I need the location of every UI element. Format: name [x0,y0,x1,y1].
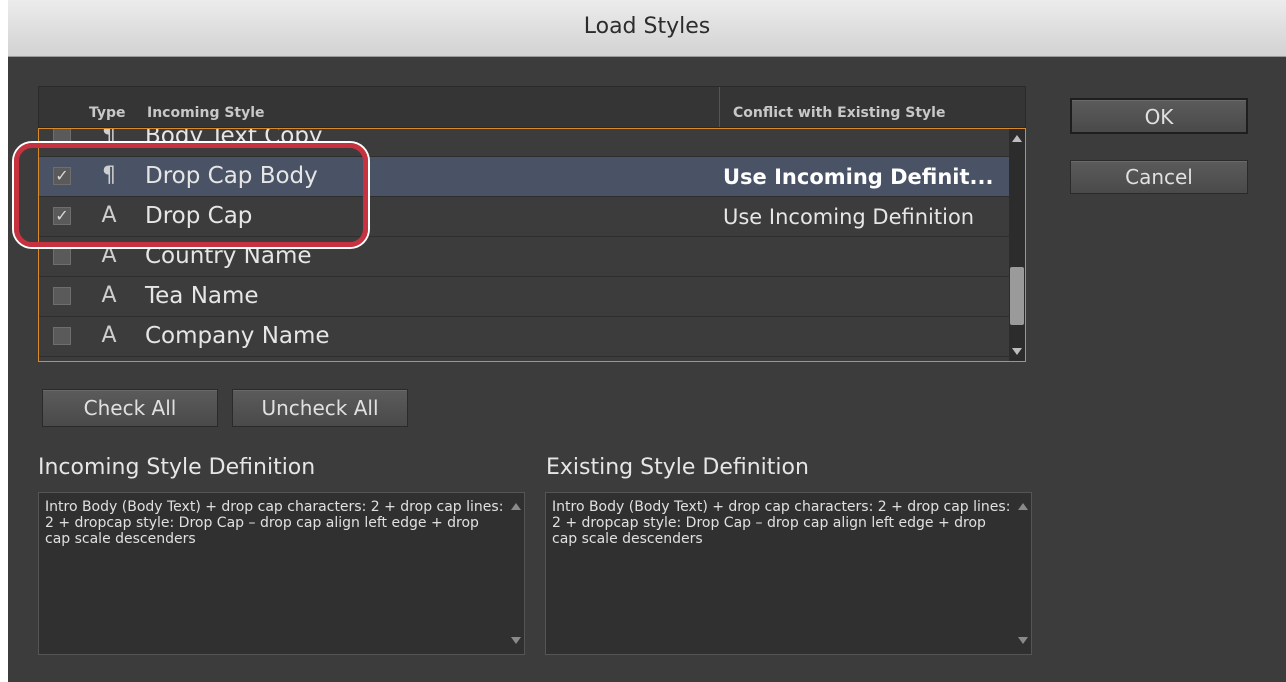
row-checkbox[interactable] [53,129,71,145]
style-name: Country Name [145,243,312,269]
table-row[interactable]: A Tea Name [39,277,1009,317]
paragraph-style-icon: ¶ [102,128,116,148]
row-checkbox[interactable] [53,287,71,305]
table-row[interactable]: ✓ A Drop Cap Use Incoming Definition [39,197,1009,237]
character-style-icon: A [101,323,117,348]
scroll-down-arrow-icon[interactable] [1012,348,1022,355]
check-all-button[interactable]: Check All [42,389,218,427]
scroll-up-arrow-icon[interactable] [1012,135,1022,142]
character-style-icon: A [101,203,117,228]
conflict-resolution[interactable]: Use Incoming Definition [723,205,974,229]
style-name: Body Text Copy [145,128,323,149]
scroll-down-arrow-icon[interactable] [1018,637,1028,644]
style-name: Tea Name [145,283,259,309]
style-name: Drop Cap [145,203,253,229]
row-checkbox[interactable] [53,247,71,265]
character-style-icon: A [101,243,117,268]
header-incoming-style[interactable]: Incoming Style [147,105,265,121]
scroll-thumb[interactable] [1010,267,1024,325]
existing-definition-scrollbar[interactable] [1015,493,1031,654]
row-checkbox[interactable] [53,327,71,345]
existing-definition-text: Intro Body (Body Text) + drop cap charac… [552,499,1011,547]
table-row[interactable]: A Company Name [39,317,1009,357]
styles-list: A Company Name A Tea Name A Country Name ✓ A Dro… [38,128,1026,362]
paragraph-style-icon: ¶ [102,163,116,188]
load-styles-dialog: Load Styles Type Incoming Style Conflict… [8,0,1286,682]
scroll-down-arrow-icon[interactable] [511,637,521,644]
incoming-definition-title: Incoming Style Definition [38,455,316,480]
header-divider [719,87,720,127]
row-checkbox[interactable]: ✓ [53,207,71,225]
table-row[interactable]: ¶ Body Text Copy [39,128,1009,157]
character-style-icon: A [101,283,117,308]
incoming-definition-box[interactable]: Intro Body (Body Text) + drop cap charac… [38,492,525,655]
uncheck-all-button[interactable]: Uncheck All [232,389,408,427]
style-name: Company Name [145,323,330,349]
table-header: Type Incoming Style Conflict with Existi… [38,86,1026,128]
styles-table: Type Incoming Style Conflict with Existi… [38,86,1026,362]
existing-definition-box[interactable]: Intro Body (Body Text) + drop cap charac… [545,492,1032,655]
title-bar[interactable]: Load Styles [8,0,1286,57]
incoming-definition-scrollbar[interactable] [508,493,524,654]
conflict-resolution[interactable]: Use Incoming Definit... [723,165,993,189]
header-type[interactable]: Type [89,105,126,121]
style-name: Drop Cap Body [145,163,318,189]
existing-definition-title: Existing Style Definition [546,455,809,480]
dialog-title: Load Styles [583,14,711,39]
list-scrollbar[interactable] [1009,129,1025,361]
cancel-button[interactable]: Cancel [1070,160,1248,194]
ok-button[interactable]: OK [1070,98,1248,134]
row-checkbox[interactable]: ✓ [53,167,71,185]
scroll-up-arrow-icon[interactable] [511,503,521,510]
table-row[interactable]: ✓ ¶ Drop Cap Body Use Incoming Definit... [39,157,1009,197]
incoming-definition-text: Intro Body (Body Text) + drop cap charac… [45,499,504,547]
header-conflict[interactable]: Conflict with Existing Style [733,105,945,121]
table-row[interactable]: A Country Name [39,237,1009,277]
scroll-up-arrow-icon[interactable] [1018,503,1028,510]
